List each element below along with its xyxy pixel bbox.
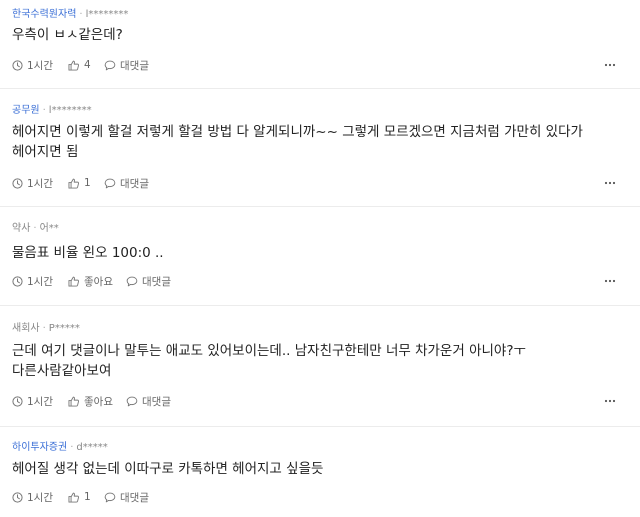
comment-meta: 한국수력원자력 · l******** bbox=[12, 8, 128, 22]
like-button[interactable]: 좋아요 bbox=[68, 273, 113, 289]
time-label: 1시간 bbox=[27, 177, 54, 190]
reply-label: 대댓글 bbox=[142, 395, 171, 408]
comment-meta: 공무원 · l******** bbox=[12, 104, 92, 118]
meta-separator: · bbox=[42, 105, 46, 116]
thumbs-up-icon bbox=[68, 178, 79, 189]
meta-separator: · bbox=[33, 223, 37, 234]
user-name: l******** bbox=[85, 9, 129, 20]
comment-item: 하이투자증권 · d***** 헤어질 생각 없는데 이따구로 카톡하면 헤어지고 … bbox=[0, 427, 640, 517]
speech-bubble-icon bbox=[104, 492, 116, 502]
reply-button[interactable]: 대댓글 bbox=[104, 489, 149, 505]
company-name[interactable]: 하이투자증권 bbox=[12, 442, 67, 453]
like-count: 1 bbox=[84, 177, 91, 189]
like-count: 4 bbox=[84, 59, 91, 71]
time-stamp: 1시간 bbox=[12, 175, 53, 191]
more-button[interactable] bbox=[600, 393, 620, 409]
company-name[interactable]: 약사 bbox=[12, 223, 30, 234]
comment-item: 새회사 · P***** 근데 여기 댓글이나 말투는 애교도 있어보이는데.. 남… bbox=[0, 306, 640, 427]
more-dots-icon bbox=[604, 399, 616, 403]
time-label: 1시간 bbox=[27, 59, 54, 72]
user-name: l******** bbox=[48, 105, 92, 116]
clock-icon bbox=[12, 59, 23, 71]
like-button[interactable]: 좋아요 bbox=[68, 393, 113, 409]
more-button[interactable] bbox=[600, 273, 620, 289]
speech-bubble-icon bbox=[126, 396, 138, 406]
speech-bubble-icon bbox=[126, 276, 138, 286]
time-label: 1시간 bbox=[27, 395, 54, 408]
company-name[interactable]: 한국수력원자력 bbox=[12, 9, 76, 20]
comment-text: 우측이 ㅂㅅ같은데? bbox=[12, 27, 123, 43]
comment-meta: 하이투자증권 · d***** bbox=[12, 441, 108, 455]
time-stamp: 1시간 bbox=[12, 57, 53, 73]
more-button[interactable] bbox=[600, 57, 620, 73]
clock-icon bbox=[12, 275, 23, 287]
like-count: 1 bbox=[84, 491, 91, 503]
more-dots-icon bbox=[604, 279, 616, 283]
comment-item: 약사 · 어** 물음표 비율 왼오 100:0 .. 1시간 좋아요 대댓글 bbox=[0, 207, 640, 306]
reply-button[interactable]: 대댓글 bbox=[126, 393, 171, 409]
comment-item: 한국수력원자력 · l******** 우측이 ㅂㅅ같은데? 1시간 4 대댓글 bbox=[0, 0, 640, 89]
like-button[interactable]: 1 bbox=[68, 489, 91, 505]
clock-icon bbox=[12, 491, 23, 503]
comment-text: 근데 여기 댓글이나 말투는 애교도 있어보이는데.. 남자친구한테만 너무 차… bbox=[12, 343, 526, 379]
clock-icon bbox=[12, 177, 23, 189]
meta-separator: · bbox=[79, 9, 83, 20]
thumbs-up-icon bbox=[68, 492, 79, 503]
more-dots-icon bbox=[604, 181, 616, 185]
thumbs-up-icon bbox=[68, 276, 79, 287]
speech-bubble-icon bbox=[104, 60, 116, 70]
user-name: 어** bbox=[39, 223, 59, 234]
clock-icon bbox=[12, 395, 23, 407]
thumbs-up-icon bbox=[68, 396, 79, 407]
meta-separator: · bbox=[70, 442, 74, 453]
more-button[interactable] bbox=[600, 175, 620, 191]
comment-meta: 새회사 · P***** bbox=[12, 322, 80, 336]
like-button[interactable]: 4 bbox=[68, 57, 91, 73]
time-stamp: 1시간 bbox=[12, 489, 53, 505]
company-name[interactable]: 공무원 bbox=[12, 105, 40, 116]
reply-button[interactable]: 대댓글 bbox=[104, 57, 149, 73]
reply-label: 대댓글 bbox=[142, 275, 171, 288]
speech-bubble-icon bbox=[104, 178, 116, 188]
reply-button[interactable]: 대댓글 bbox=[104, 175, 149, 191]
more-dots-icon bbox=[604, 63, 616, 67]
reply-label: 대댓글 bbox=[120, 177, 149, 190]
comment-meta: 약사 · 어** bbox=[12, 222, 59, 236]
like-count: 좋아요 bbox=[84, 395, 113, 408]
like-count: 좋아요 bbox=[84, 275, 113, 288]
comment-item: 공무원 · l******** 헤어지면 이렇게 할걸 저렇게 할걸 방법 다 알게… bbox=[0, 89, 640, 207]
time-stamp: 1시간 bbox=[12, 393, 53, 409]
comment-text: 헤어지면 이렇게 할걸 저렇게 할걸 방법 다 알게되니까~~ 그렇게 모르겠으… bbox=[12, 124, 583, 160]
reply-button[interactable]: 대댓글 bbox=[126, 273, 171, 289]
time-label: 1시간 bbox=[27, 275, 54, 288]
thumbs-up-icon bbox=[68, 60, 79, 71]
reply-label: 대댓글 bbox=[120, 491, 149, 504]
like-button[interactable]: 1 bbox=[68, 175, 91, 191]
comment-text: 물음표 비율 왼오 100:0 .. bbox=[12, 245, 164, 261]
reply-label: 대댓글 bbox=[120, 59, 149, 72]
time-stamp: 1시간 bbox=[12, 273, 53, 289]
comment-text: 헤어질 생각 없는데 이따구로 카톡하면 헤어지고 싶을듯 bbox=[12, 461, 324, 477]
company-name[interactable]: 새회사 bbox=[12, 323, 40, 334]
time-label: 1시간 bbox=[27, 491, 54, 504]
user-name: P***** bbox=[48, 323, 80, 334]
user-name: d***** bbox=[76, 442, 108, 453]
meta-separator: · bbox=[42, 323, 46, 334]
